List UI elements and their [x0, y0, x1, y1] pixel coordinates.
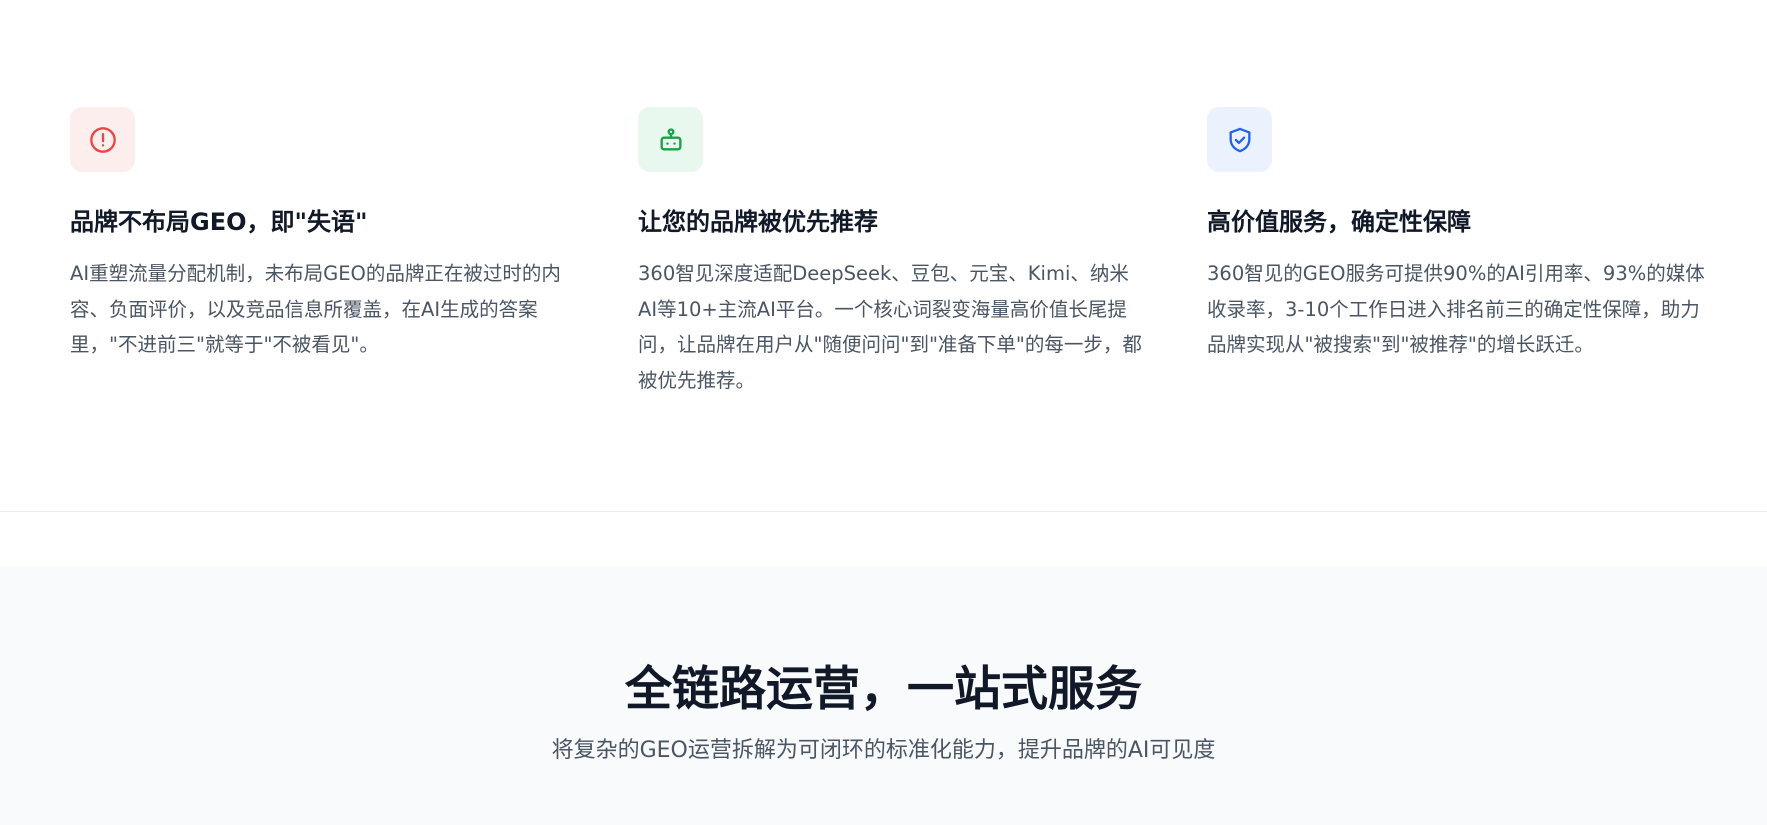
shield-check-icon — [1207, 107, 1272, 172]
section-divider — [0, 513, 1767, 547]
alert-circle-icon — [70, 107, 135, 172]
feature-card-priority-recommend: 让您的品牌被优先推荐 360智见深度适配DeepSeek、豆包、元宝、Kimi、… — [638, 107, 1158, 398]
services-section: 全链路运营，一站式服务 将复杂的GEO运营拆解为可闭环的标准化能力，提升品牌的A… — [0, 566, 1767, 825]
section-title: 全链路运营，一站式服务 — [625, 662, 1142, 717]
feature-card-guaranteed-service: 高价值服务，确定性保障 360智见的GEO服务可提供90%的AI引用率、93%的… — [1207, 107, 1727, 363]
robot-icon — [638, 107, 703, 172]
feature-description: 360智见的GEO服务可提供90%的AI引用率、93%的媒体收录率，3-10个工… — [1207, 262, 1705, 356]
feature-description: AI重塑流量分配机制，未布局GEO的品牌正在被过时的内容、负面评价，以及竞品信息… — [70, 262, 561, 356]
feature-title: 让您的品牌被优先推荐 — [638, 208, 878, 236]
feature-title: 高价值服务，确定性保障 — [1207, 208, 1471, 236]
features-section: 品牌不布局GEO，即"失语" AI重塑流量分配机制，未布局GEO的品牌正在被过时… — [0, 0, 1767, 512]
feature-card-geo-silence: 品牌不布局GEO，即"失语" AI重塑流量分配机制，未布局GEO的品牌正在被过时… — [70, 107, 590, 363]
feature-title: 品牌不布局GEO，即"失语" — [70, 208, 368, 236]
section-subtitle: 将复杂的GEO运营拆解为可闭环的标准化能力，提升品牌的AI可见度 — [551, 738, 1216, 763]
page: 品牌不布局GEO，即"失语" AI重塑流量分配机制，未布局GEO的品牌正在被过时… — [0, 0, 1767, 825]
feature-description: 360智见深度适配DeepSeek、豆包、元宝、Kimi、纳米AI等10+主流A… — [638, 262, 1142, 392]
